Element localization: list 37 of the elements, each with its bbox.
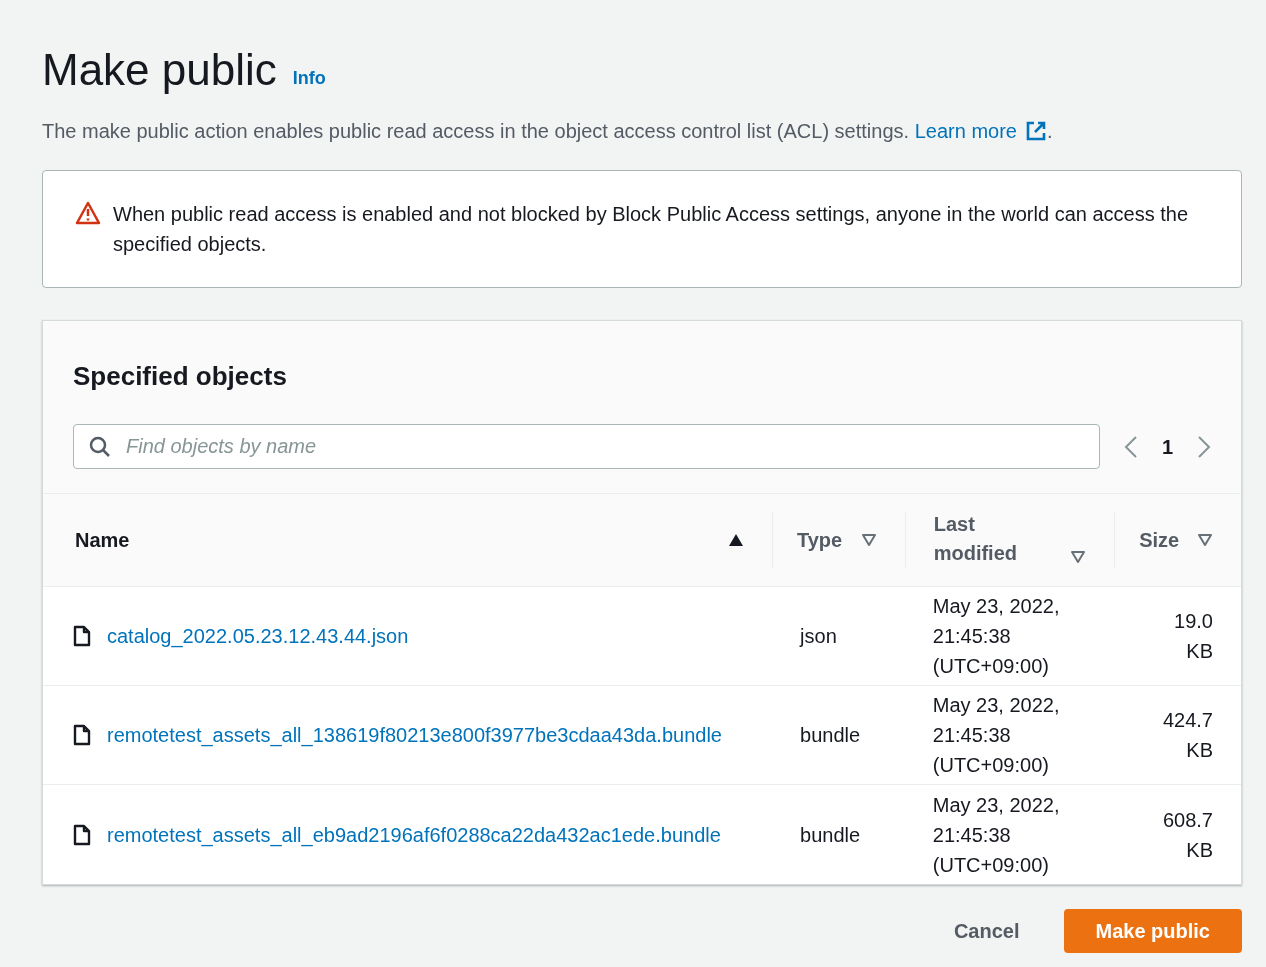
sort-icon[interactable] bbox=[1070, 550, 1087, 564]
object-name-link[interactable]: remotetest_assets_all_138619f80213e800f3977be3cdaa43da.bundle bbox=[107, 720, 722, 750]
last-modified-cell-text: May 23, 2022, 21:45:38 (UTC+09:00) bbox=[932, 693, 1061, 778]
sort-ascending-icon[interactable] bbox=[727, 533, 744, 547]
next-page-icon[interactable] bbox=[1197, 434, 1211, 459]
page-title: Make public bbox=[42, 44, 277, 96]
type-cell: json bbox=[800, 625, 837, 647]
column-header[interactable]: Last modified bbox=[933, 510, 1034, 568]
column-header[interactable]: Size bbox=[1139, 525, 1180, 555]
last-modified-cell-text: May 23, 2022, 21:45:38 (UTC+09:00) bbox=[932, 594, 1061, 679]
file-icon bbox=[73, 625, 91, 647]
type-cell: bundle bbox=[800, 724, 861, 746]
type-cell: bundle bbox=[800, 823, 861, 846]
info-link[interactable]: Info bbox=[292, 65, 326, 92]
column-header[interactable]: Name bbox=[75, 525, 130, 555]
file-icon bbox=[73, 724, 91, 746]
warning-icon bbox=[75, 201, 101, 225]
column-header[interactable]: Type bbox=[796, 525, 843, 555]
size-cell-text: 608.7 KB bbox=[1161, 807, 1213, 863]
external-link-icon bbox=[1024, 120, 1047, 142]
object-name-link[interactable]: remotetest_assets_all_eb9ad2196af6f0288ca22da432ac1ede.bundle bbox=[107, 819, 721, 850]
search-icon bbox=[89, 436, 111, 458]
sort-icon[interactable] bbox=[1197, 533, 1213, 547]
file-icon bbox=[73, 823, 91, 846]
section-title: Specified objects bbox=[73, 360, 288, 393]
last-modified-cell-text: May 23, 2022, 21:45:38 (UTC+09:00) bbox=[932, 792, 1061, 878]
size-cell-text: 424.7 KB bbox=[1161, 708, 1213, 763]
warning-text: When public read access is enabled and not blocked by Block Public Access settings, anyone in the world can access the specified objects. bbox=[113, 202, 1190, 257]
cancel-button[interactable]: Cancel bbox=[921, 909, 1052, 953]
learn-more-link[interactable]: Learn more bbox=[914, 116, 1047, 146]
size-cell-text: 19.0 KB bbox=[1173, 609, 1213, 664]
page-number[interactable]: 1 bbox=[1161, 431, 1173, 462]
previous-page-icon[interactable] bbox=[1123, 434, 1138, 459]
search-field[interactable]: Find objects by name bbox=[73, 424, 1100, 469]
object-name-link[interactable]: catalog_2022.05.23.12.43.44.json bbox=[107, 621, 409, 651]
description-text: The make public action enables public read access in the object access control list (ACL) settings. Learn more . bbox=[42, 116, 1242, 146]
sort-icon[interactable] bbox=[860, 533, 877, 547]
